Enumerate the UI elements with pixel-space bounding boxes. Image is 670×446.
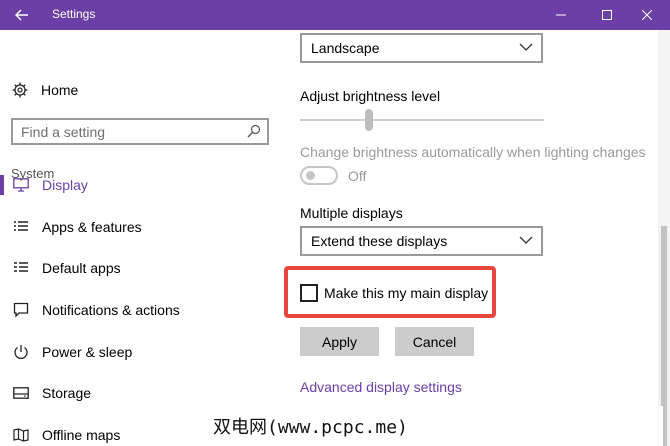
sidebar-item-default-apps[interactable]: Default apps (0, 251, 280, 285)
sidebar-item-apps-features[interactable]: Apps & features (0, 210, 280, 244)
multiple-displays-value: Extend these displays (311, 233, 448, 249)
power-icon (0, 344, 42, 360)
search-icon (247, 124, 261, 138)
minimize-button[interactable] (538, 0, 584, 30)
sidebar-item-label: Apps & features (42, 219, 142, 235)
storage-icon (0, 387, 42, 399)
sidebar-item-notifications[interactable]: Notifications & actions (0, 293, 280, 327)
gear-icon (12, 82, 28, 98)
advanced-display-settings-link[interactable]: Advanced display settings (300, 379, 462, 395)
sidebar-item-power-sleep[interactable]: Power & sleep (0, 335, 280, 369)
selection-indicator (0, 175, 4, 195)
search-input[interactable]: Find a setting (11, 118, 269, 145)
brightness-label: Adjust brightness level (300, 88, 441, 104)
sidebar: Home Find a setting System Display Apps … (0, 30, 280, 446)
multiple-displays-label: Multiple displays (300, 205, 403, 221)
sidebar-item-label: Storage (42, 385, 92, 401)
home-link[interactable]: Home (12, 80, 78, 100)
auto-brightness-state: Off (348, 168, 367, 184)
chevron-down-icon (519, 43, 533, 51)
toggle-knob (306, 171, 315, 180)
minimize-icon (556, 14, 566, 16)
orientation-value: Landscape (311, 40, 380, 56)
auto-brightness-toggle[interactable] (300, 166, 338, 185)
sidebar-item-label: Offline maps (42, 427, 121, 443)
close-icon (642, 10, 652, 20)
sidebar-item-label: Power & sleep (42, 344, 133, 360)
title-bar: Settings (0, 0, 670, 30)
home-label: Home (41, 82, 79, 98)
orientation-dropdown[interactable]: Landscape (300, 33, 543, 63)
apply-button[interactable]: Apply (300, 327, 379, 356)
sidebar-item-label: Default apps (42, 260, 121, 276)
brightness-slider-thumb[interactable] (365, 109, 373, 131)
sidebar-item-storage[interactable]: Storage (0, 376, 280, 410)
back-arrow-icon (15, 9, 28, 21)
monitor-icon (0, 178, 42, 192)
close-button[interactable] (624, 0, 670, 30)
sidebar-item-label: Notifications & actions (42, 302, 180, 318)
auto-brightness-label: Change brightness automatically when lig… (300, 144, 646, 160)
speech-bubble-icon (0, 302, 42, 318)
window-title: Settings (52, 7, 96, 21)
main-display-checkbox-label[interactable]: Make this my main display (324, 285, 488, 301)
watermark: 双电网(www.pcpc.me) (207, 406, 663, 446)
sidebar-item-label: Display (42, 177, 88, 193)
multiple-displays-dropdown[interactable]: Extend these displays (300, 226, 543, 256)
list-icon (0, 220, 42, 234)
cancel-button[interactable]: Cancel (395, 327, 474, 356)
map-icon (0, 428, 42, 442)
display-settings-panel: Landscape Adjust brightness level Change… (280, 30, 658, 446)
chevron-down-icon (519, 236, 533, 244)
default-apps-icon (0, 261, 42, 275)
back-button[interactable] (0, 0, 44, 30)
search-placeholder: Find a setting (21, 123, 106, 140)
scrollbar[interactable] (658, 30, 670, 446)
brightness-slider[interactable] (300, 119, 544, 121)
maximize-icon (602, 10, 612, 20)
main-display-checkbox[interactable] (300, 284, 318, 302)
sidebar-item-display[interactable]: Display (0, 168, 280, 202)
